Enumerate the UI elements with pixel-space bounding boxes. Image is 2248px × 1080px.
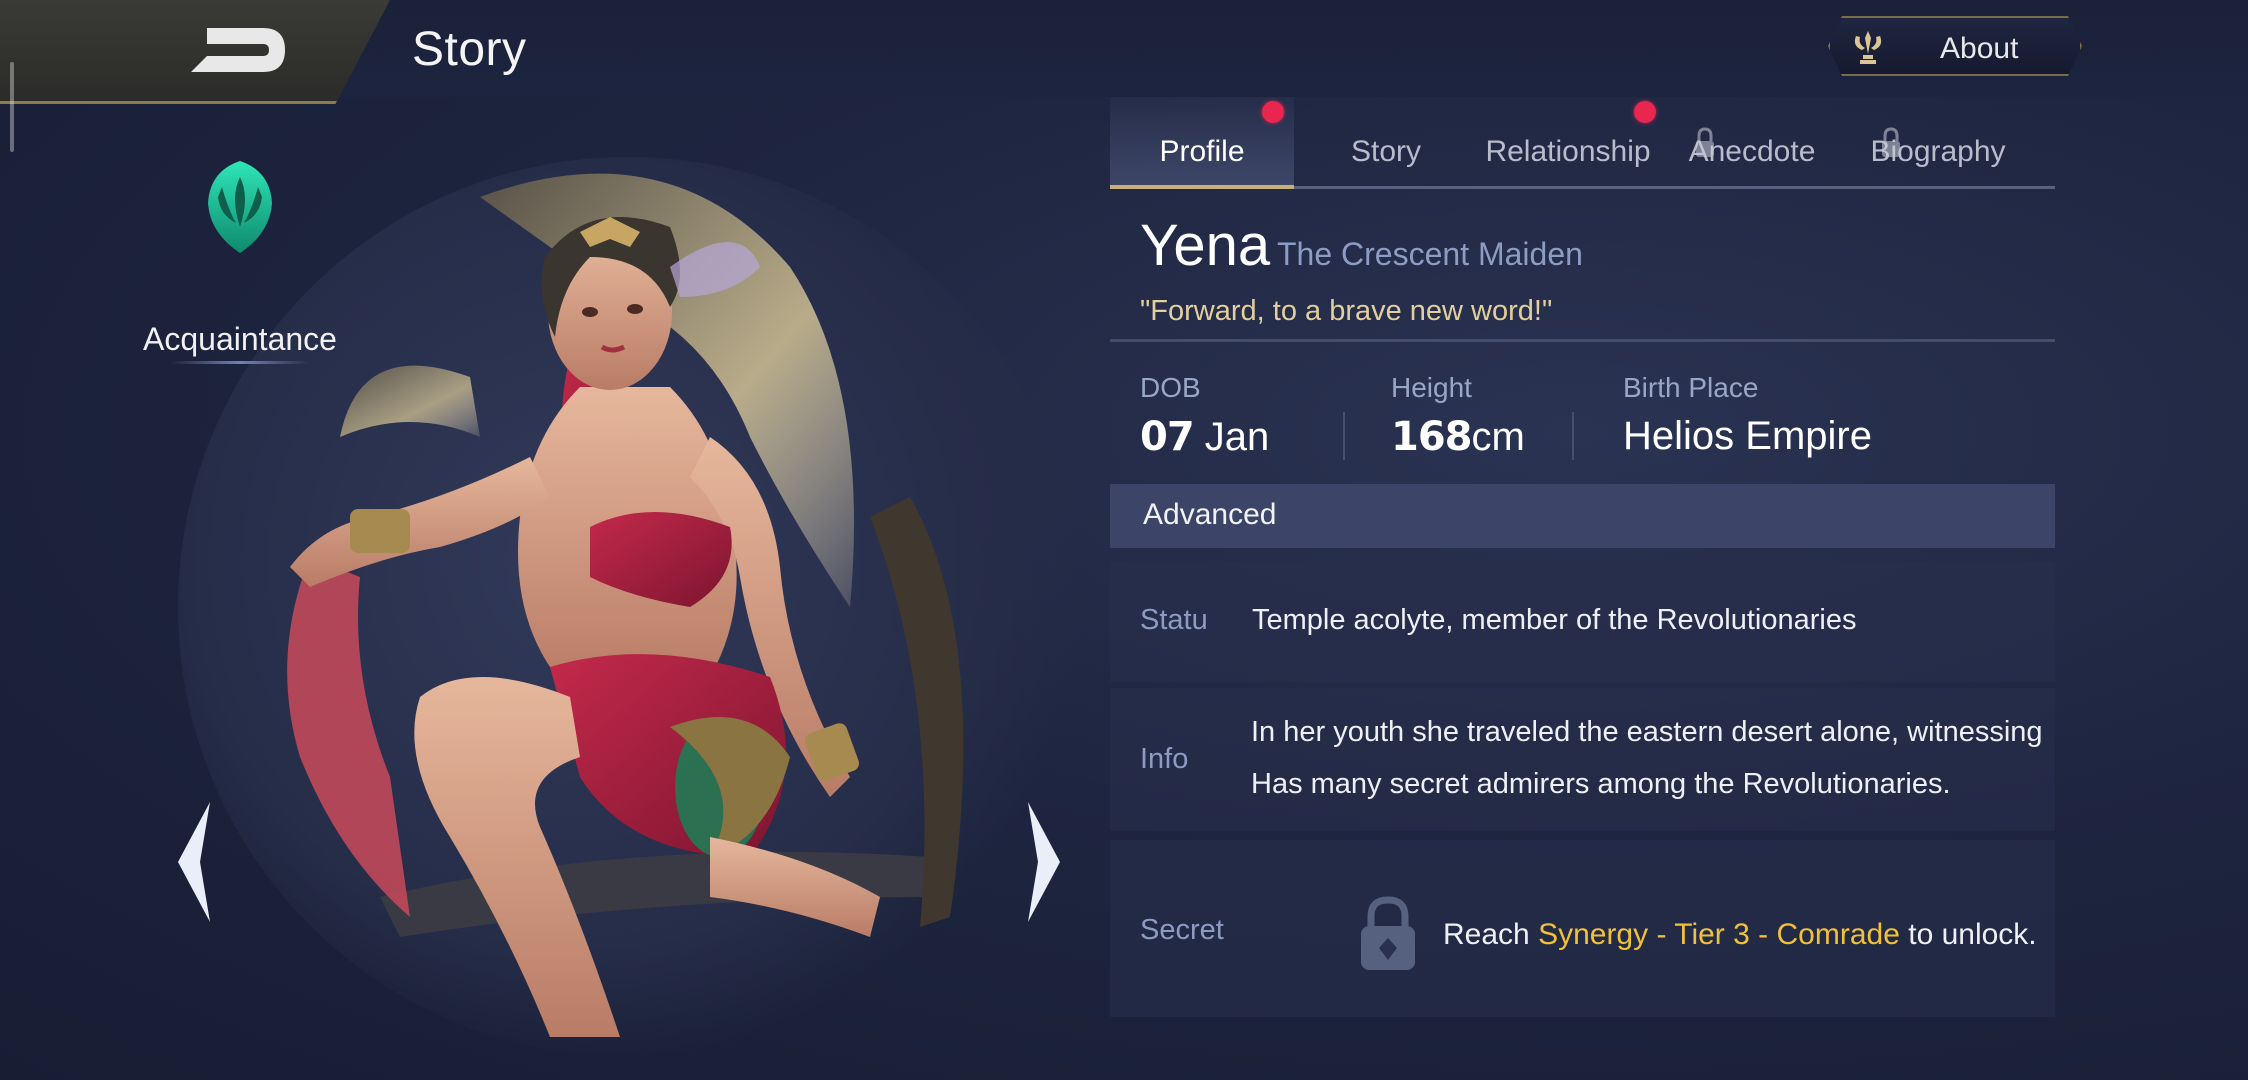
info-row: Info In her youth she traveled the easte… [1110,688,2055,831]
birthplace-value: Helios Empire [1623,414,1872,458]
profile-panel: Profile Story Relationship Anecdote Biog… [1110,97,2060,1017]
tab-relationship-label: Relationship [1485,135,1651,168]
info-line-1: In her youth she traveled the eastern de… [1251,716,2043,748]
lock-icon [1882,127,1900,157]
padlock-icon [1361,896,1415,970]
info-line-2: Has many secret admirers among the Revol… [1251,768,1951,800]
dob-value: 07 Jan [1140,414,1269,460]
dob-month: Jan [1204,415,1270,459]
acquaintance-emblem-icon [208,161,272,253]
secret-suffix: to unlock. [1908,918,2037,951]
hero-showcase: Acquaintance [0,97,1110,1080]
trophy-icon [1848,28,1888,68]
about-button[interactable]: About [1828,16,2082,76]
tab-bar: Profile Story Relationship Anecdote Biog… [1110,97,2055,189]
height-number: 168 [1391,414,1472,460]
lock-icon [1696,127,1714,157]
page-title: Story [412,23,527,76]
tab-biography[interactable]: Biography [1846,97,2030,189]
secret-label: Secret [1140,914,1224,946]
next-hero-arrow[interactable] [1018,797,1068,927]
chevron-right-icon [1028,802,1060,922]
hero-epithet: The Crescent Maiden [1277,236,1583,272]
height-unit: cm [1471,415,1525,459]
secret-requirement-a: Synergy - Tier [1538,918,1725,951]
advanced-label: Advanced [1143,498,1277,531]
secret-row: Secret Reach Synergy - Tier 3 - Comrade … [1110,840,2055,1017]
tab-anecdote[interactable]: Anecdote [1660,97,1844,189]
status-label: Statu [1140,604,1208,636]
dob-day: 07 [1140,414,1195,460]
secret-prefix: Reach [1443,918,1530,951]
secret-requirement-b: - Comrade [1758,918,1900,951]
height-value: 168cm [1391,414,1525,460]
previous-hero-arrow[interactable] [170,797,220,927]
status-text: Temple acolyte, member of the Revolution… [1252,604,1857,636]
notification-dot [1262,101,1284,123]
secret-tier: 3 [1733,918,1750,951]
stat-separator [1572,412,1574,460]
tab-relationship[interactable]: Relationship [1476,97,1660,189]
chevron-left-icon [178,802,210,922]
tab-story[interactable]: Story [1294,97,1478,189]
height-stat: Height 168cm [1391,372,1525,460]
rank-underline [170,361,310,364]
hero-name: Yena [1140,213,1271,278]
birthplace-stat: Birth Place Helios Empire [1623,372,1872,459]
advanced-section-header: Advanced [1110,484,2055,548]
tab-profile[interactable]: Profile [1110,97,1294,189]
info-label: Info [1140,743,1189,775]
stat-separator [1343,412,1345,460]
status-row: Statu Temple acolyte, member of the Revo… [1110,562,2055,682]
info-text: In her youth she traveled the eastern de… [1251,706,2043,810]
dob-label: DOB [1140,372,1201,403]
height-label: Height [1391,372,1472,403]
secret-unlock-requirement: Reach Synergy - Tier 3 - Comrade to unlo… [1443,918,2037,952]
back-arrow-icon [191,28,285,72]
relationship-rank-label: Acquaintance [143,321,337,357]
hero-quote: "Forward, to a brave new word!" [1140,295,1553,327]
about-label: About [1940,32,2019,65]
notification-dot [1634,101,1656,123]
divider [1110,339,2055,342]
tab-profile-label: Profile [1159,135,1245,168]
dob-stat: DOB 07 Jan [1140,372,1269,460]
back-button[interactable] [185,22,295,78]
birthplace-label: Birth Place [1623,372,1759,403]
relationship-rank-badge[interactable]: Acquaintance [140,157,340,364]
tab-story-label: Story [1350,135,1422,168]
